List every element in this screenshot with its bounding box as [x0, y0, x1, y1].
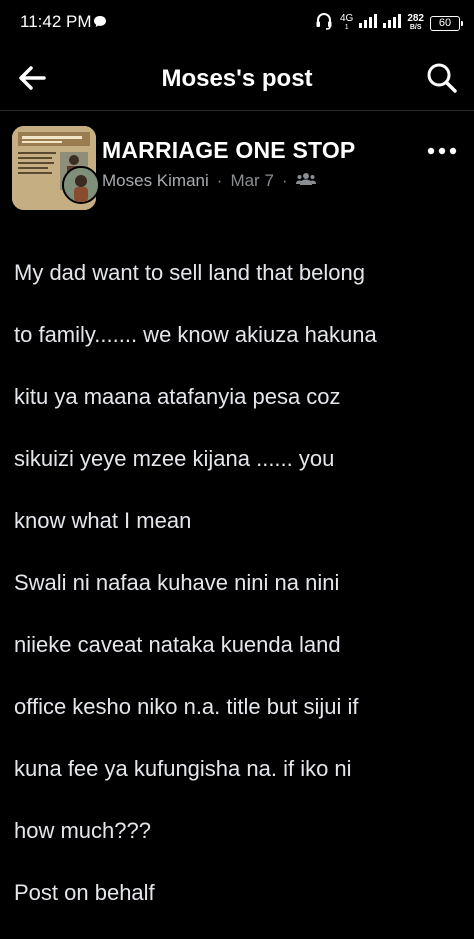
author-name[interactable]: Moses Kimani: [102, 171, 209, 191]
post-header: MARRIAGE ONE STOP Moses Kimani · Mar 7 ·: [0, 111, 474, 211]
network-sub-label: 1: [344, 24, 349, 31]
author-avatar[interactable]: [62, 166, 100, 204]
post-line: office kesho niko n.a. title but sijui i…: [14, 694, 359, 719]
post-line: Swali ni nafaa kuhave nini na nini: [14, 570, 340, 595]
status-indicators: 4G 1 282 B/S 60: [314, 10, 463, 36]
author-photo: [64, 168, 98, 202]
status-time: 11:42 PM: [20, 12, 92, 31]
speed-unit: B/S: [409, 24, 422, 31]
post-line: kitu ya maana atafanyia pesa coz: [14, 384, 341, 409]
search-icon: [427, 63, 457, 93]
speed-value: 282: [407, 13, 424, 24]
post-line: sikuizi yeye mzee kijana ...... you: [14, 446, 335, 471]
post-body: My dad want to sell land that belong to …: [14, 226, 466, 939]
battery-icon: 60: [430, 15, 463, 31]
chat-bubble-icon: [93, 15, 107, 33]
post-date[interactable]: Mar 7: [230, 171, 273, 191]
network-speed: 282 B/S: [407, 14, 424, 32]
post-line: niieke caveat nataka kuenda land: [14, 632, 341, 657]
post-line: kuna fee ya kufungisha na. if iko ni: [14, 756, 352, 781]
app-header: Moses's post: [0, 46, 474, 110]
headset-icon: [314, 11, 334, 36]
post-line: to family....... we know akiuza hakuna: [14, 322, 377, 347]
status-bar: 11:42 PM 4G 1 282 B/S 60: [0, 0, 474, 46]
network-type-label: 4G: [339, 13, 354, 24]
more-options-button[interactable]: [426, 141, 458, 161]
meta-separator: ·: [216, 171, 223, 190]
page-title: Moses's post: [161, 65, 313, 92]
battery-level: 60: [438, 17, 452, 29]
post-line: My dad want to sell land that belong: [14, 260, 366, 285]
group-members-icon: [295, 171, 316, 191]
post-line: know what I mean: [14, 508, 192, 533]
post-line: Post on behalf: [14, 880, 155, 905]
search-button[interactable]: [424, 60, 460, 96]
signal-icon-2: [383, 13, 402, 33]
group-name[interactable]: MARRIAGE ONE STOP: [102, 137, 355, 164]
signal-icon: [359, 13, 378, 33]
network-type: 4G 1: [340, 14, 353, 32]
post-meta: Moses Kimani · Mar 7 ·: [102, 171, 316, 191]
more-dots-icon: [427, 147, 457, 155]
meta-separator-2: ·: [281, 171, 288, 190]
post-line: how much???: [14, 818, 151, 843]
